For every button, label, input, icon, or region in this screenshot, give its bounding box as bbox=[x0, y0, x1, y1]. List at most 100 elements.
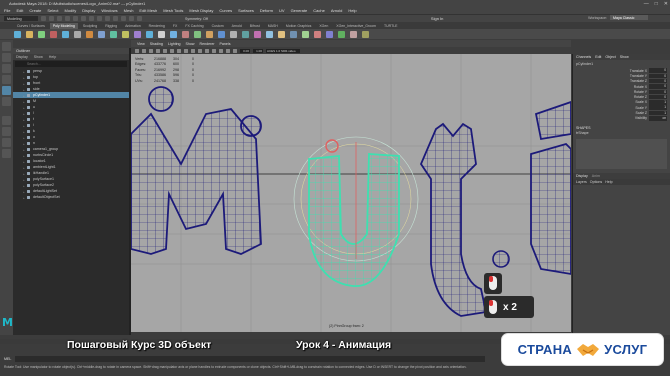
exposure-field[interactable]: 0.00 bbox=[240, 48, 250, 53]
shelf-tool-icon[interactable] bbox=[350, 30, 357, 38]
wireframe-on-shaded-icon[interactable] bbox=[198, 48, 202, 53]
shelf-tool-icon[interactable] bbox=[98, 30, 105, 38]
channel-box-menu-channels[interactable]: Channels bbox=[576, 55, 591, 59]
channel-box-menu-show[interactable]: Show bbox=[620, 55, 629, 59]
attribute-value-field[interactable]: on bbox=[649, 116, 667, 121]
outliner-menu-display[interactable]: Display bbox=[16, 55, 28, 59]
channel-box-menu-object[interactable]: Object bbox=[605, 55, 615, 59]
resolution-gate-icon[interactable] bbox=[177, 48, 181, 53]
attribute-value-field[interactable]: 1 bbox=[649, 105, 667, 110]
maximize-button[interactable]: □ bbox=[655, 1, 658, 7]
layout-outliner-icon[interactable] bbox=[2, 138, 11, 147]
wireframe-icon[interactable] bbox=[184, 48, 188, 53]
workspace-dropdown[interactable]: Maya Classic bbox=[610, 15, 648, 20]
camera-select-icon[interactable] bbox=[135, 48, 139, 53]
attribute-name[interactable]: Scale Y bbox=[635, 106, 647, 110]
redo-icon[interactable] bbox=[73, 16, 78, 21]
attribute-value-field[interactable]: 0 bbox=[649, 78, 667, 84]
outliner-menu-help[interactable]: Help bbox=[49, 55, 56, 59]
viewport-menu-view[interactable]: View bbox=[137, 42, 145, 46]
attribute-name[interactable]: Translate X bbox=[630, 69, 647, 73]
menu-file[interactable]: File bbox=[4, 8, 10, 13]
scale-tool-icon[interactable] bbox=[2, 97, 11, 106]
move-tool-icon[interactable] bbox=[2, 75, 11, 84]
menu-set-dropdown[interactable]: Modeling bbox=[4, 16, 38, 21]
layers-menu[interactable]: Layers bbox=[576, 180, 587, 184]
menu-edit[interactable]: Edit bbox=[16, 8, 23, 13]
save-scene-icon[interactable] bbox=[57, 16, 62, 21]
tab-anim[interactable]: Anim bbox=[592, 174, 600, 178]
grid-icon[interactable] bbox=[163, 48, 167, 53]
shelf-tool-icon[interactable] bbox=[194, 30, 201, 38]
shadows-icon[interactable] bbox=[219, 48, 223, 53]
shelf-tool-icon[interactable] bbox=[86, 30, 93, 38]
menu-cache[interactable]: Cache bbox=[313, 8, 325, 13]
xray-icon[interactable] bbox=[233, 48, 237, 53]
shelf-tool-icon[interactable] bbox=[230, 30, 237, 38]
shelf-tool-icon[interactable] bbox=[326, 30, 333, 38]
perspective-viewport[interactable]: Verts: 216888 304 0 Edges: 433776 600 0 Faces: 21… bbox=[131, 54, 571, 332]
help-menu[interactable]: Help bbox=[605, 180, 612, 184]
ipr-render-icon[interactable] bbox=[137, 16, 142, 21]
isolate-select-icon[interactable] bbox=[226, 48, 230, 53]
minimize-button[interactable]: — bbox=[644, 1, 649, 7]
menu-generate[interactable]: Generate bbox=[291, 8, 308, 13]
shelf-tool-icon[interactable] bbox=[158, 30, 165, 38]
shelf-tool-icon[interactable] bbox=[50, 30, 57, 38]
select-tool-icon[interactable] bbox=[2, 42, 11, 51]
shelf-tool-icon[interactable] bbox=[290, 30, 297, 38]
shelf-tool-icon[interactable] bbox=[218, 30, 225, 38]
attribute-value-field[interactable]: 0 bbox=[649, 94, 667, 100]
mel-label[interactable]: MEL bbox=[4, 357, 11, 361]
menu-arnold[interactable]: Arnold bbox=[331, 8, 343, 13]
layout-four-icon[interactable] bbox=[2, 127, 11, 136]
outliner-item[interactable]: + defaultObjectSet bbox=[13, 194, 129, 200]
shelf-tool-icon[interactable] bbox=[254, 30, 261, 38]
shelf-tool-icon[interactable] bbox=[182, 30, 189, 38]
outliner-search-input[interactable]: Search... bbox=[15, 61, 127, 67]
attribute-name[interactable]: Rotate Z bbox=[634, 95, 647, 99]
attribute-value-field[interactable]: 0 bbox=[649, 89, 667, 95]
menu-edit-mesh[interactable]: Edit Mesh bbox=[139, 8, 157, 13]
shelf-tool-icon[interactable] bbox=[38, 30, 45, 38]
attribute-value-field[interactable]: 1 bbox=[649, 100, 667, 105]
attribute-name[interactable]: Visibility bbox=[635, 116, 647, 120]
attribute-value-field[interactable]: 0 bbox=[649, 84, 667, 89]
shelf-tool-icon[interactable] bbox=[134, 30, 141, 38]
shelf-tool-icon[interactable] bbox=[14, 30, 21, 38]
viewport-menu-show[interactable]: Show bbox=[186, 42, 195, 46]
snap-grid-icon[interactable] bbox=[105, 16, 110, 21]
shelf-tool-icon[interactable] bbox=[338, 30, 345, 38]
attribute-value-field[interactable]: 0 bbox=[649, 73, 667, 79]
menu-curves[interactable]: Curves bbox=[219, 8, 232, 13]
shelf-tool-icon[interactable] bbox=[110, 30, 117, 38]
shelf-tool-icon[interactable] bbox=[146, 30, 153, 38]
menu-mesh-display[interactable]: Mesh Display bbox=[189, 8, 213, 13]
menu-create[interactable]: Create bbox=[29, 8, 41, 13]
menu-deform[interactable]: Deform bbox=[260, 8, 273, 13]
shelf-tool-icon[interactable] bbox=[302, 30, 309, 38]
attribute-name[interactable]: Scale Z bbox=[636, 111, 648, 115]
shelf-tool-icon[interactable] bbox=[26, 30, 33, 38]
textured-icon[interactable] bbox=[205, 48, 209, 53]
shelf-tool-icon[interactable] bbox=[266, 30, 273, 38]
select-component-icon[interactable] bbox=[97, 16, 102, 21]
gamma-field[interactable]: 1.00 bbox=[253, 48, 263, 53]
shelf-tool-icon[interactable] bbox=[170, 30, 177, 38]
viewport-menu-renderer[interactable]: Renderer bbox=[200, 42, 215, 46]
select-object-icon[interactable] bbox=[89, 16, 94, 21]
close-button[interactable]: ✕ bbox=[664, 1, 668, 7]
film-gate-icon[interactable] bbox=[170, 48, 174, 53]
attribute-name[interactable]: Translate Y bbox=[630, 74, 647, 78]
viewport-menu-shading[interactable]: Shading bbox=[150, 42, 163, 46]
attribute-value-field[interactable]: 1 bbox=[649, 110, 667, 116]
viewport-menu-lighting[interactable]: Lighting bbox=[168, 42, 181, 46]
shelf-tool-icon[interactable] bbox=[314, 30, 321, 38]
smooth-shade-icon[interactable] bbox=[191, 48, 195, 53]
menu-surfaces[interactable]: Surfaces bbox=[238, 8, 254, 13]
shelf-tool-icon[interactable] bbox=[122, 30, 129, 38]
view-transform-dropdown[interactable]: ACES 1.0 SDR-video (sRGB) bbox=[266, 48, 300, 57]
attribute-name[interactable]: Rotate Y bbox=[634, 90, 647, 94]
menu-mesh-tools[interactable]: Mesh Tools bbox=[163, 8, 183, 13]
channel-box-menu-edit[interactable]: Edit bbox=[595, 55, 601, 59]
